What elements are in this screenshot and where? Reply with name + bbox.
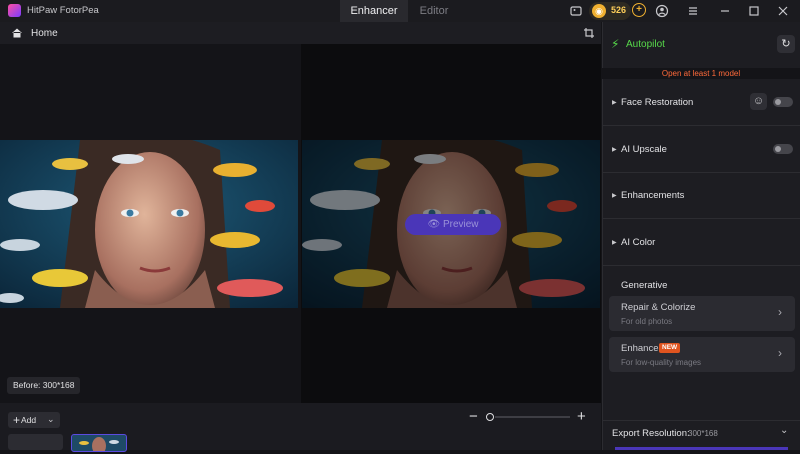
before-image (0, 140, 298, 308)
ai-upscale-toggle[interactable] (773, 144, 793, 154)
zoom-slider-handle[interactable] (486, 413, 494, 421)
divider (602, 265, 800, 266)
repair-colorize-card[interactable]: Repair & Colorize For old photos › (609, 296, 795, 331)
divider (602, 218, 800, 219)
double-chevron-down-icon[interactable]: ⌄ (780, 425, 788, 436)
minimize-icon[interactable] (718, 4, 732, 18)
card-subtitle: For old photos (621, 317, 673, 326)
expand-caret-icon[interactable]: ▶ (612, 239, 617, 246)
eye-icon: 👁 (427, 219, 441, 230)
face-icon[interactable]: ☺ (750, 93, 767, 110)
divider (602, 420, 800, 421)
warning-message: Open at least 1 model (602, 68, 800, 79)
new-badge: NEW (659, 343, 681, 353)
title-bar: HitPaw FotorPea Enhancer Editor ◉ 526 + (0, 0, 800, 22)
add-credits-icon[interactable]: + (632, 3, 646, 17)
chevron-right-icon: › (778, 305, 782, 319)
zoom-out-button[interactable]: − (469, 408, 478, 425)
home-icon[interactable] (11, 27, 23, 39)
gallery-icon[interactable] (569, 4, 583, 18)
add-button[interactable]: + Add ⌄ (8, 412, 60, 428)
image-thumbnail[interactable] (71, 434, 127, 454)
lightning-icon: ⚡ (611, 37, 620, 51)
autopilot-label[interactable]: Autopilot (626, 39, 665, 50)
chevron-right-icon: › (778, 346, 782, 360)
close-icon[interactable] (776, 4, 790, 18)
expand-caret-icon[interactable]: ▶ (612, 192, 617, 199)
plus-icon: + (13, 413, 21, 427)
coin-icon: ◉ (592, 4, 606, 18)
toolbar: Home (0, 22, 601, 44)
section-ai-upscale[interactable]: AI Upscale (621, 144, 667, 155)
preview-button[interactable]: 👁 Preview (405, 214, 501, 235)
face-restoration-toggle[interactable] (773, 97, 793, 107)
section-enhancements[interactable]: Enhancements (621, 190, 684, 201)
add-image-thumb[interactable] (8, 434, 63, 450)
app-logo-icon (8, 4, 21, 17)
zoom-slider-track[interactable] (495, 416, 570, 418)
crop-icon[interactable] (583, 27, 595, 39)
card-title: Enhancer (621, 343, 662, 354)
export-resolution-value: 300*168 (688, 429, 718, 438)
card-title: Repair & Colorize (621, 302, 696, 313)
credit-count: 526 (611, 5, 627, 15)
divider (602, 125, 800, 126)
settings-panel (602, 22, 800, 450)
zoom-in-button[interactable]: + (577, 408, 586, 425)
account-icon[interactable] (655, 4, 669, 18)
section-ai-color[interactable]: AI Color (621, 237, 655, 248)
card-subtitle: For low-quality images (621, 358, 702, 367)
preview-label: Preview (442, 219, 479, 230)
menu-icon[interactable] (686, 4, 700, 18)
add-label: Add (21, 415, 37, 425)
refresh-button[interactable]: ↻ (777, 35, 795, 53)
tab-editor[interactable]: Editor (408, 0, 460, 22)
expand-caret-icon[interactable]: ▶ (612, 146, 617, 153)
enhancer-card[interactable]: Enhancer NEW For low-quality images › (609, 337, 795, 372)
divider (602, 172, 800, 173)
home-link[interactable]: Home (31, 28, 58, 39)
export-resolution-label: Export Resolution: (612, 428, 690, 439)
before-size-tag: Before: 300*168 (7, 377, 81, 394)
chevron-down-icon[interactable]: ⌄ (47, 414, 55, 425)
maximize-icon[interactable] (747, 4, 761, 18)
credits-badge[interactable]: ◉ 526 (589, 2, 631, 20)
generative-heading: Generative (621, 280, 668, 291)
tab-enhancer[interactable]: Enhancer (340, 0, 408, 22)
expand-caret-icon[interactable]: ▶ (612, 99, 617, 106)
section-face-restoration[interactable]: Face Restoration (621, 97, 693, 108)
app-title: HitPaw FotorPea (27, 5, 99, 16)
